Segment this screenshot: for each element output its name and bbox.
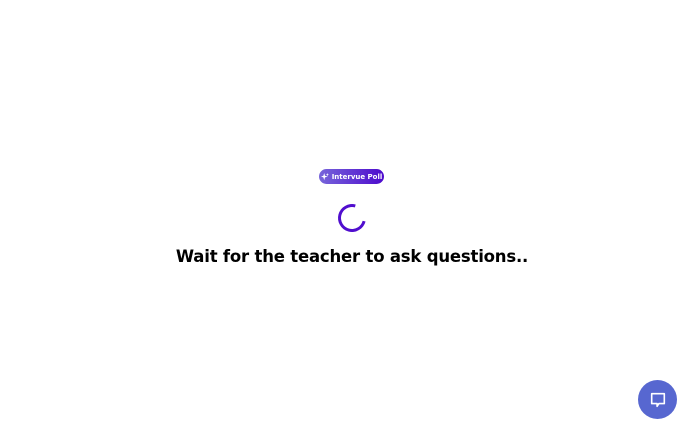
brand-badge: Intervue Poll — [319, 169, 384, 184]
sparkle-icon — [320, 172, 329, 180]
chat-button[interactable] — [638, 380, 677, 419]
brand-badge-label: Intervue Poll — [331, 172, 383, 181]
loading-spinner — [332, 198, 372, 238]
chat-bubble-icon — [650, 392, 665, 407]
waiting-message: Wait for the teacher to ask questions.. — [175, 247, 529, 266]
